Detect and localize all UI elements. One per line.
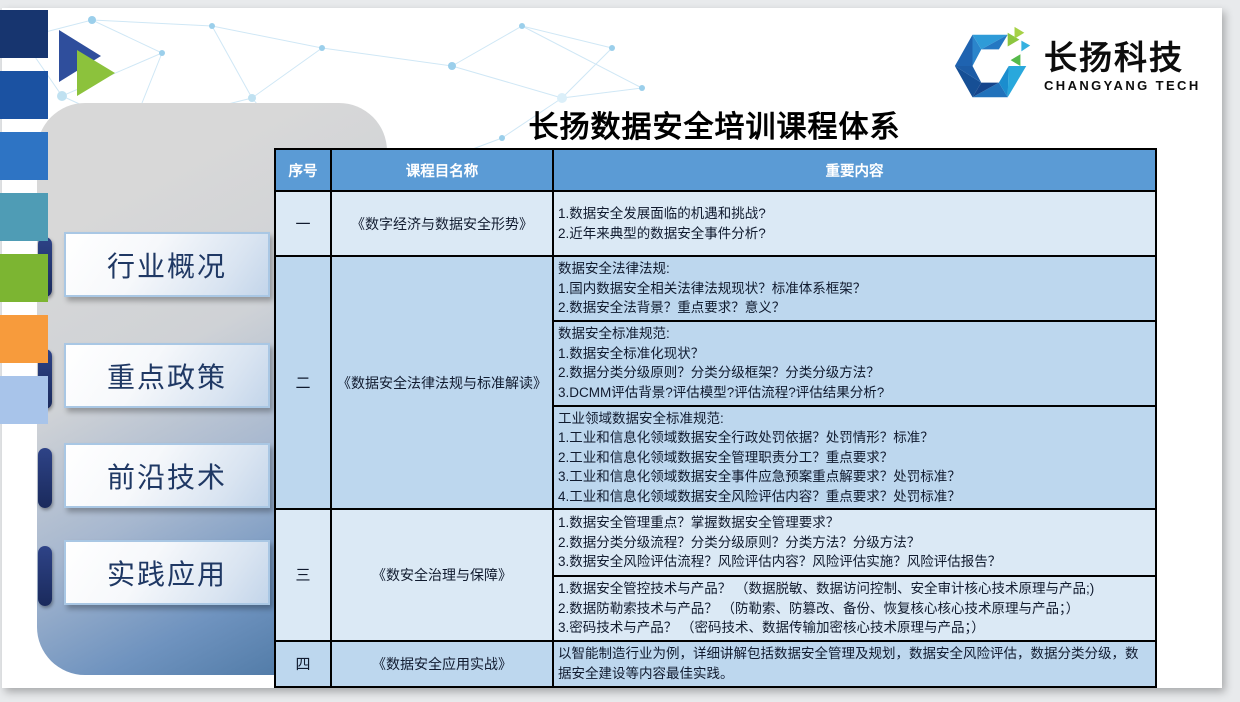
- page-title: 长扬数据安全培训课程体系: [274, 102, 1155, 146]
- course-content: 数据安全法律法规: 1.国内数据安全相关法律法规现状？标准体系框架？ 2.数据安…: [553, 256, 1156, 321]
- sidebar-item-frontier-tech[interactable]: 前沿技术: [64, 443, 270, 508]
- course-name: 《数安全治理与保障》: [331, 509, 553, 641]
- strip-square: [0, 10, 48, 58]
- col-header-content: 重要内容: [553, 149, 1156, 191]
- logo-tagline: CHANGYANG TECH: [1044, 78, 1201, 93]
- table-row: 四 《数据安全应用实战》 以智能制造行业为例，详细讲解包括数据安全管理及规划，数…: [275, 641, 1156, 687]
- bullet-pill-icon: [38, 546, 52, 606]
- row-no: 四: [275, 641, 331, 687]
- strip-square: [0, 193, 48, 241]
- sidebar-item-practice[interactable]: 实践应用: [64, 540, 270, 605]
- course-name: 《数据安全法律法规与标准解读》: [331, 256, 553, 509]
- table-row: 三 《数安全治理与保障》 1.数据安全管理重点？掌握数据安全管理要求？ 2.数据…: [275, 509, 1156, 576]
- slide-canvas: 行业概况 重点政策 前沿技术 实践应用 长扬数据安全培训课程体系: [2, 8, 1222, 688]
- bullet-pill-icon: [38, 448, 52, 508]
- logo-hex-c-icon: [950, 24, 1038, 108]
- strip-square: [0, 132, 48, 180]
- course-content: 工业领域数据安全标准规范: 1.工业和信息化领域数据安全行政处罚依据？处罚情形？…: [553, 406, 1156, 510]
- course-content: 以智能制造行业为例，详细讲解包括数据安全管理及规划，数据安全风险评估，数据分类分…: [553, 641, 1156, 687]
- strip-square: [0, 376, 48, 424]
- logo: 长扬科技 CHANGYANG TECH: [950, 24, 1201, 108]
- course-name: 《数字经济与数据安全形势》: [331, 191, 553, 256]
- col-header-no: 序号: [275, 149, 331, 191]
- row-no: 一: [275, 191, 331, 256]
- course-content: 1.数据安全发展面临的机遇和挑战? 2.近年来典型的数据安全事件分析?: [553, 191, 1156, 256]
- row-no: 二: [275, 256, 331, 509]
- strip-square: [0, 254, 48, 302]
- sidebar-item-label: 重点政策: [107, 356, 227, 396]
- sidebar-item-label: 行业概况: [107, 245, 227, 285]
- triangle-green-icon: [77, 50, 115, 96]
- table-row: 二 《数据安全法律法规与标准解读》 数据安全法律法规: 1.国内数据安全相关法律…: [275, 256, 1156, 321]
- sidebar-item-industry-overview[interactable]: 行业概况: [64, 232, 270, 297]
- sidebar-item-key-policies[interactable]: 重点政策: [64, 343, 270, 408]
- strip-square: [0, 71, 48, 119]
- sidebar-item-label: 实践应用: [107, 553, 227, 593]
- row-no: 三: [275, 509, 331, 641]
- course-content: 1.数据安全管理重点？掌握数据安全管理要求？ 2.数据分类分级流程？分类分级原则…: [553, 509, 1156, 576]
- course-name: 《数据安全应用实战》: [331, 641, 553, 687]
- course-content: 数据安全标准规范: 1.数据安全标准化现状？ 2.数据分类分级原则？分类分级框架…: [553, 321, 1156, 406]
- table-row: 一 《数字经济与数据安全形势》 1.数据安全发展面临的机遇和挑战? 2.近年来典…: [275, 191, 1156, 256]
- strip-square: [0, 315, 48, 363]
- sidebar-item-label: 前沿技术: [107, 456, 227, 496]
- logo-name: 长扬科技: [1044, 40, 1201, 76]
- col-header-course: 课程目名称: [331, 149, 553, 191]
- course-table: 序号 课程目名称 重要内容 一 《数字经济与数据安全形势》 1.数据安全发展面临…: [274, 148, 1157, 688]
- course-content: 1.数据安全管控技术与产品？ （数据脱敏、数据访问控制、安全审计核心技术原理与产…: [553, 576, 1156, 641]
